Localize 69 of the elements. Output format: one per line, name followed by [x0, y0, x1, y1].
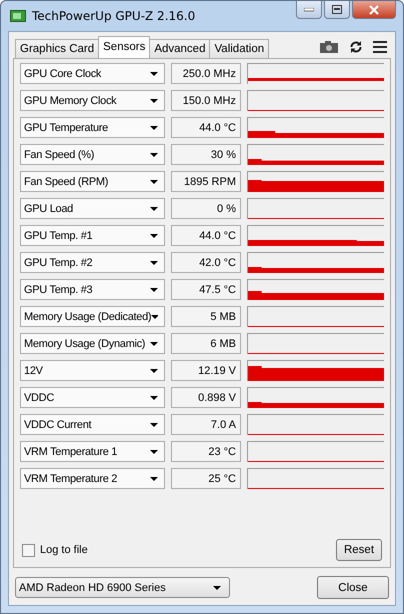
- dropdown-arrow-icon: [150, 450, 158, 454]
- tab[interactable]: Validation: [209, 39, 270, 58]
- sensor-value: 250.0 MHz: [171, 63, 241, 84]
- dropdown-arrow-icon: [213, 586, 221, 590]
- sensor-dropdown[interactable]: Fan Speed (RPM): [20, 171, 165, 192]
- refresh-icon[interactable]: [349, 40, 363, 54]
- sensor-value: 25 °C: [171, 468, 241, 489]
- dropdown-arrow-icon: [150, 206, 158, 210]
- sensor-value: 5 MB: [171, 306, 241, 327]
- sensor-dropdown[interactable]: Memory Usage (Dynamic): [20, 333, 165, 354]
- close-icon: [369, 4, 379, 14]
- minimize-icon: [304, 8, 314, 12]
- reset-button[interactable]: Reset: [336, 539, 382, 561]
- sensor-dropdown[interactable]: VDDC Current: [20, 414, 165, 435]
- sensor-dropdown[interactable]: VDDC: [20, 387, 165, 408]
- minimize-button[interactable]: [296, 1, 322, 19]
- sensor-dropdown[interactable]: GPU Load: [20, 198, 165, 219]
- dropdown-arrow-icon: [150, 368, 158, 372]
- window-title: TechPowerUp GPU-Z 2.16.0: [32, 9, 196, 23]
- sensor-dropdown[interactable]: VRM Temperature 2: [20, 468, 165, 489]
- sensor-dropdown[interactable]: Memory Usage (Dedicated): [20, 306, 165, 327]
- sensor-dropdown[interactable]: 12V: [20, 360, 165, 381]
- dropdown-arrow-icon: [150, 476, 158, 480]
- sensor-value: 1895 RPM: [171, 171, 241, 192]
- log-checkbox[interactable]: [22, 544, 35, 556]
- dropdown-arrow-icon: [151, 314, 158, 318]
- dropdown-arrow-icon: [150, 234, 158, 238]
- sensor-dropdown[interactable]: Fan Speed (%): [20, 144, 165, 165]
- maximize-icon: [332, 5, 342, 14]
- dropdown-arrow-icon: [150, 260, 158, 264]
- dropdown-arrow-icon: [150, 342, 158, 346]
- camera-icon[interactable]: [319, 40, 339, 54]
- sensor-value: 44.0 °C: [171, 225, 241, 246]
- sensor-dropdown[interactable]: VRM Temperature 1: [20, 441, 165, 462]
- tab[interactable]: Advanced: [149, 39, 210, 58]
- gpu-card-icon: [10, 10, 26, 22]
- menu-icon[interactable]: [373, 41, 387, 53]
- sensor-dropdown[interactable]: GPU Temperature: [20, 117, 165, 138]
- sensor-value: 0 %: [171, 198, 241, 219]
- sensor-dropdown[interactable]: GPU Temp. #3: [20, 279, 165, 300]
- tab[interactable]: Sensors: [98, 36, 150, 58]
- sensor-value: 150.0 MHz: [171, 90, 241, 111]
- sensor-value: 23 °C: [171, 441, 241, 462]
- close-window-button[interactable]: Close: [317, 576, 389, 599]
- sensor-value: 30 %: [171, 144, 241, 165]
- sensor-value: 42.0 °C: [171, 252, 241, 273]
- dropdown-arrow-icon: [150, 72, 158, 76]
- dropdown-arrow-icon: [150, 152, 158, 156]
- sensor-dropdown[interactable]: GPU Core Clock: [20, 63, 165, 84]
- sensor-dropdown[interactable]: GPU Memory Clock: [20, 90, 165, 111]
- sensor-value: 0.898 V: [171, 387, 241, 408]
- dropdown-arrow-icon: [150, 422, 158, 426]
- sensor-value: 7.0 A: [171, 414, 241, 435]
- sensor-value: 47.5 °C: [171, 279, 241, 300]
- gpu-dropdown[interactable]: AMD Radeon HD 6900 Series: [15, 577, 230, 598]
- close-button[interactable]: [352, 1, 396, 19]
- maximize-button[interactable]: [324, 1, 350, 19]
- checkbox-label: Log to file: [40, 544, 88, 556]
- dropdown-arrow-icon: [150, 180, 158, 184]
- sensor-value: 12.19 V: [171, 360, 241, 381]
- dropdown-arrow-icon: [150, 288, 158, 292]
- sensor-value: 6 MB: [171, 333, 241, 354]
- dropdown-arrow-icon: [150, 98, 158, 102]
- sensor-dropdown[interactable]: GPU Temp. #1: [20, 225, 165, 246]
- dropdown-arrow-icon: [150, 126, 158, 130]
- sensor-dropdown[interactable]: GPU Temp. #2: [20, 252, 165, 273]
- dropdown-arrow-icon: [150, 396, 158, 400]
- sensor-value: 44.0 °C: [171, 117, 241, 138]
- tab[interactable]: Graphics Card: [15, 39, 100, 58]
